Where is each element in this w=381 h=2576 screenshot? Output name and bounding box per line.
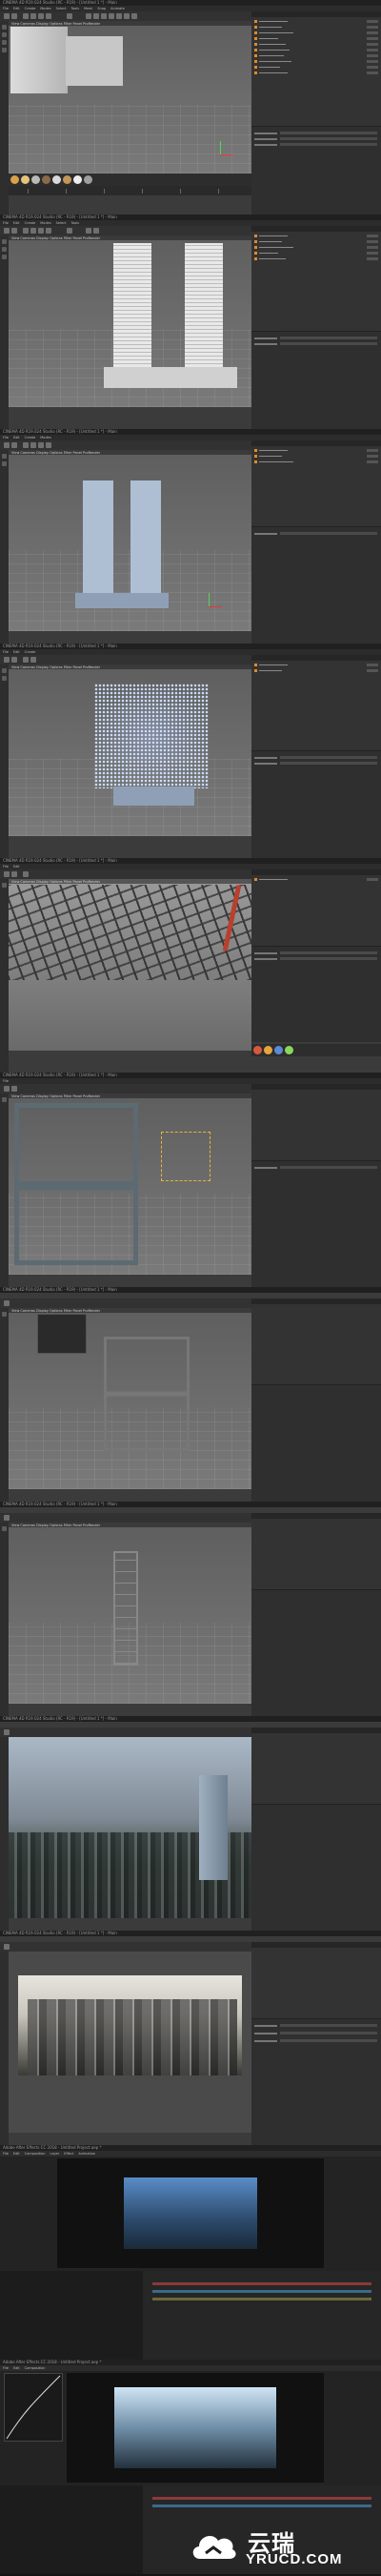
composition-viewer[interactable]	[57, 2158, 324, 2268]
viewport-perspective[interactable]: View Cameras Display Options Filter Pane…	[9, 664, 251, 836]
city-skyline	[28, 1999, 237, 2075]
curves-panel[interactable]	[4, 2373, 63, 2442]
main-toolbar	[0, 11, 251, 21]
podium[interactable]	[113, 787, 194, 806]
object-manager[interactable]	[251, 1084, 381, 1160]
select-icon[interactable]	[23, 13, 29, 19]
object-manager[interactable]	[251, 655, 381, 750]
frame-beam-structure[interactable]	[104, 1337, 190, 1451]
pen-icon[interactable]	[93, 13, 99, 19]
viewport-render[interactable]	[9, 1737, 251, 1918]
scaffold-structure[interactable]	[9, 885, 251, 980]
watermark: 云瑞 YRUCD.COM	[189, 2523, 375, 2570]
viewport-menu: View Cameras Display Options Filter Pane…	[9, 21, 251, 26]
ae-frame-1: Adobe After Effects CC 2018 - Untitled P…	[0, 2145, 381, 2361]
render-settings[interactable]	[251, 2018, 381, 2145]
redo-icon[interactable]	[11, 13, 17, 19]
viewport-perspective[interactable]: View Cameras Display Options Filter Pane…	[9, 235, 251, 407]
attribute-manager[interactable]	[251, 946, 381, 1042]
picture-viewer[interactable]	[9, 1952, 251, 2133]
model-icon[interactable]	[2, 48, 7, 52]
object-manager[interactable]	[251, 1942, 381, 2018]
cloud-logo-icon	[192, 2536, 236, 2559]
selection-box[interactable]	[161, 1132, 211, 1181]
object-manager[interactable]	[251, 226, 381, 331]
building-model[interactable]	[10, 27, 68, 93]
comp-frame	[114, 2387, 276, 2468]
tower-right[interactable]	[185, 243, 223, 367]
c4d-frame-6: CINEMA 4D R19.024 Studio (RC - R19) - [U…	[0, 1073, 381, 1289]
undo-icon[interactable]	[4, 13, 10, 19]
tower-left[interactable]	[83, 480, 113, 593]
object-manager[interactable]	[251, 1298, 381, 1384]
podium[interactable]	[104, 367, 237, 388]
object-manager[interactable]	[251, 11, 381, 126]
attribute-manager[interactable]	[251, 1589, 381, 1716]
viewport-perspective[interactable]: View Cameras Display Options Filter Pane…	[9, 1523, 251, 1704]
particle-cloud[interactable]	[94, 684, 209, 788]
c4d-frame-8: CINEMA 4D R19.024 Studio (RC - R19) - [U…	[0, 1502, 381, 1718]
viewport-perspective[interactable]: View Cameras Display Options Filter Pane…	[9, 1308, 251, 1489]
polygons-icon[interactable]	[2, 40, 7, 45]
subdivide-icon[interactable]	[101, 13, 107, 19]
camera-icon[interactable]	[124, 13, 130, 19]
points-icon[interactable]	[2, 25, 7, 30]
attribute-manager[interactable]	[251, 1160, 381, 1287]
attribute-manager[interactable]	[251, 1804, 381, 1931]
object-manager[interactable]	[251, 869, 381, 946]
viewport-perspective[interactable]: View Cameras Display Options Filter Pane…	[9, 450, 251, 631]
c4d-frame-5: CINEMA 4D R19.024 Studio (RC - R19) - [U…	[0, 858, 381, 1074]
c4d-frame-1: CINEMA 4D R19.024 Studio (RC - R19) - [U…	[0, 0, 381, 216]
cloner-icon[interactable]	[109, 13, 114, 19]
scale-icon[interactable]	[38, 13, 44, 19]
comp-frame	[124, 2177, 257, 2249]
c4d-frame-10: CINEMA 4D R19.024 Studio (RC - R19) - [U…	[0, 1931, 381, 2147]
tower-right[interactable]	[130, 480, 161, 593]
viewport-perspective[interactable]: View Cameras Display Options Filter Pane…	[9, 21, 251, 174]
c4d-frame-9: CINEMA 4D R19.024 Studio (RC - R19) - [U…	[0, 1716, 381, 1932]
rotate-icon[interactable]	[46, 13, 51, 19]
attribute-manager[interactable]	[251, 126, 381, 215]
composition-viewer[interactable]	[67, 2373, 324, 2483]
move-icon[interactable]	[30, 13, 36, 19]
layer-panel[interactable]	[0, 2271, 143, 2360]
watermark-domain-text: YRUCD.COM	[246, 2551, 343, 2567]
c4d-frame-2: CINEMA 4D R19.024 Studio (RC - R19) - [U…	[0, 215, 381, 431]
main-toolbar	[0, 226, 251, 235]
object-manager[interactable]	[251, 440, 381, 526]
attribute-manager[interactable]	[251, 331, 381, 429]
object-manager[interactable]	[251, 1728, 381, 1804]
material-bar	[9, 174, 251, 186]
attribute-manager[interactable]	[251, 526, 381, 644]
render-icon[interactable]	[67, 13, 72, 19]
object-manager[interactable]	[251, 1513, 381, 1589]
c4d-frame-4: CINEMA 4D R19.024 Studio (RC - R19) - [U…	[0, 644, 381, 860]
tower-left[interactable]	[113, 243, 151, 367]
viewport-perspective[interactable]: View Cameras Display Options Filter Pane…	[9, 1094, 251, 1275]
curve-graph[interactable]	[5, 2374, 62, 2441]
layer-panel[interactable]	[0, 2485, 143, 2574]
light-icon[interactable]	[131, 13, 137, 19]
tall-frame-structure[interactable]	[113, 1551, 138, 1666]
frame-beam-structure[interactable]	[14, 1103, 138, 1265]
timeline-panel[interactable]	[143, 2271, 381, 2360]
cube-icon[interactable]	[86, 13, 91, 19]
podium[interactable]	[75, 593, 169, 608]
c4d-frame-7: CINEMA 4D R19.024 Studio (RC - R19) - [U…	[0, 1287, 381, 1503]
attribute-manager[interactable]	[251, 750, 381, 858]
viewport-perspective[interactable]: View Cameras Display Options Filter Pane…	[9, 879, 251, 1051]
timeline[interactable]	[9, 186, 251, 195]
c4d-frame-3: CINEMA 4D R19.024 Studio (RC - R19) - [U…	[0, 429, 381, 645]
deformer-icon[interactable]	[116, 13, 122, 19]
left-toolbar	[0, 21, 9, 215]
hero-tower	[199, 1775, 228, 1880]
floor-grid	[9, 105, 251, 174]
edges-icon[interactable]	[2, 32, 7, 37]
attribute-manager[interactable]	[251, 1384, 381, 1502]
dialog-popup[interactable]	[37, 1314, 87, 1354]
building-model-2[interactable]	[66, 36, 123, 86]
